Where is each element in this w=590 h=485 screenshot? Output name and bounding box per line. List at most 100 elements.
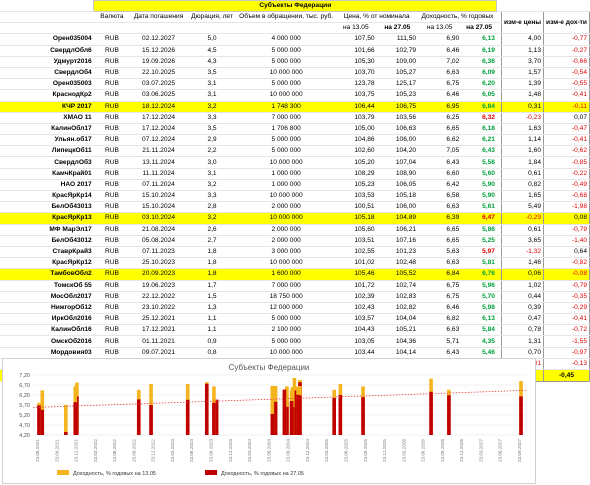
cell-vol: 2 000 000 [237,235,336,247]
cell-cur: RUB [93,291,131,303]
cell-p1: 102,43 [335,302,377,315]
cell-p1: 100,51 [335,201,377,214]
cell-cy: -1,40 [543,235,590,247]
cell-y1: 7,05 [418,145,462,158]
cell-y2: 6,19 [461,45,497,57]
cell-cp: 0,70 [500,347,545,359]
table-row: Удмурт2016 RUB 19.09.2026 4,3 5 000 000 105,3… [0,56,590,68]
cell-y2: 5,96 [461,280,497,292]
cell-name: Ульян.об17 [0,134,94,147]
cell-cp: 1,46 [500,257,545,270]
cell-cy: -0,55 [543,78,590,91]
cell-vol: 2 000 000 [237,224,336,236]
cell-y2: 6,18 [461,123,497,136]
cell-cur: RUB [93,123,131,136]
cell-y1: 6,46 [418,89,462,102]
bar-yield-27-05 [136,399,141,435]
cell-name: НижгорОб12 [0,302,94,315]
cell-cp: 5,49 [500,201,545,214]
cell-cy: -0,13 [543,358,590,371]
cell-name: ИркОбл2016 [0,313,94,326]
chart-title: Субъекты Федерации [229,363,310,372]
cell-name: МосОбл2017 [0,291,94,303]
cell-dur: 1,1 [186,313,238,326]
cell-p2: 102,74 [376,280,419,292]
cell-cp: 1,13 [500,45,545,57]
cell-y2: 5,86 [461,224,497,236]
cell-y1: 6,82 [418,313,462,326]
y-tick-label: 6,70 [19,383,30,389]
cell-cp: -0,29 [500,212,545,225]
cell-p2: 105,23 [376,89,419,102]
cell-cur: RUB [93,235,131,247]
cell-date: 18.12.2024 [130,101,187,113]
cell-y2: 5,60 [461,168,497,180]
cell-y1: 6,58 [418,190,462,203]
bar-yield-13-05 [64,404,68,435]
cell-cur: RUB [93,134,131,147]
cell-date: 19.06.2023 [130,280,187,292]
cell-cy: -0,49 [543,179,590,192]
cell-cy: -0,72 [543,324,590,337]
bar-yield-27-05 [289,401,294,435]
cell-name: КраснодКр2 [0,89,94,102]
cell-p1: 107,50 [335,33,377,46]
cell-p1: 104,86 [335,134,377,147]
cell-p2: 104,36 [376,335,419,348]
x-tick-label: 23.09.2023 [209,439,214,462]
cell-dur: 3,1 [186,89,238,102]
table-row: КрасЯрКр12 RUB 25.10.2023 1,8 10 000 000 101,… [0,257,590,270]
cell-name: КрасЯрКр14 [0,190,94,203]
x-tick-label: 23.03.2027 [478,439,483,462]
cell-p1: 102,55 [335,246,377,259]
cell-y1: 6,46 [418,45,462,57]
cell-dur: 2,8 [186,201,238,214]
x-tick-label: 23.12.2025 [382,439,387,462]
table-row: КалинОбл17 RUB 17.12.2024 3,5 1 706 800 105,0… [0,123,590,136]
cell-p2: 106,21 [376,224,419,236]
bar-yield-27-05 [361,397,365,435]
table-row: КалинОбл16 RUB 17.12.2021 1,1 2 100 000 104,4… [0,324,590,337]
cell-name: СвердлОб3 [0,156,94,169]
cell-p2: 101,23 [376,246,419,259]
bar-yield-27-05 [40,409,45,435]
cell-cur: RUB [93,246,131,259]
cell-p2: 104,14 [376,347,419,359]
cell-date: 17.12.2024 [130,112,187,124]
cell-dur: 3,2 [186,101,238,113]
cell-dur: 3,5 [186,123,238,136]
cell-p1: 101,72 [335,280,377,292]
cell-cp: 1,39 [500,78,545,91]
cell-p1: 106,44 [335,101,377,113]
cell-cur: RUB [93,335,131,348]
cell-cur: RUB [93,101,131,113]
cell-date: 23.10.2022 [130,302,187,315]
cell-y2: 6,36 [461,56,497,68]
cell-name: Удмурт2016 [0,56,94,68]
x-tick-label: 23.03.2025 [324,439,329,462]
cell-p2: 102,48 [376,257,419,270]
cell-y1: 6,65 [418,123,462,136]
cell-cy: -0,77 [543,33,590,46]
cell-cy: 0,08 [543,212,590,225]
x-tick-label: 23.06.2026 [421,439,426,462]
cell-name: БелОб43013 [0,201,94,214]
cell-vol: 2 000 000 [237,201,336,214]
cell-p2: 102,83 [376,291,419,303]
x-tick-label: 23.12.2026 [459,439,464,462]
cell-vol: 5 000 000 [237,45,336,57]
cell-cy: -0,29 [543,302,590,315]
legend-swatch-27-05 [205,470,217,475]
bar-yield-27-05 [429,391,433,435]
table-row: Орен035004 RUB 02.12.2027 5,0 4 000 000 107,5… [0,33,590,46]
cell-date: 07.12.2024 [130,134,187,147]
cell-p2: 106,00 [376,134,419,147]
cell-cur: RUB [93,33,131,46]
cell-vol: 5 000 000 [237,335,336,348]
x-tick-label: 23.09.2024 [286,439,291,462]
cell-p1: 103,79 [335,112,377,124]
cell-dur: 3,5 [186,67,238,80]
cell-vol: 1 748 300 [237,101,336,113]
cell-cp: 0,06 [500,268,545,281]
cell-y1: 6,65 [418,224,462,236]
